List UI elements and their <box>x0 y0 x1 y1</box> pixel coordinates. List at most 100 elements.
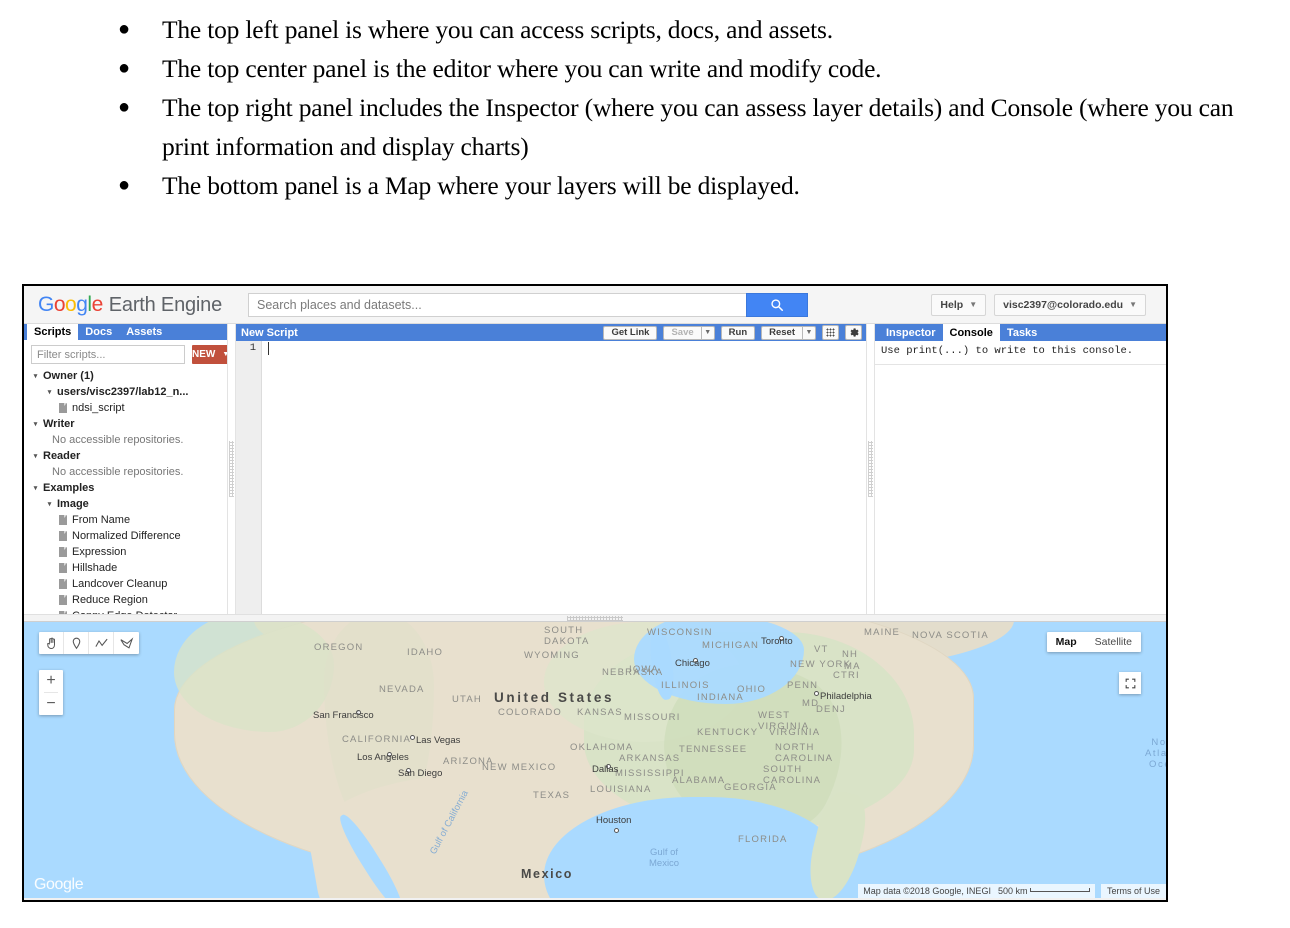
tree-item-label: No accessible repositories. <box>52 466 184 479</box>
chevron-down-icon[interactable]: ▾ <box>31 452 40 460</box>
instruction-text: The top center panel is the editor where… <box>162 54 882 83</box>
tree-item-group[interactable]: ▾ Image <box>31 496 227 512</box>
tree-item-group[interactable]: ▾ Owner (1) <box>31 368 227 384</box>
left-panel-tabbar: Scripts Docs Assets <box>24 324 227 341</box>
tree-item-label: Examples <box>43 482 95 495</box>
map-zoom-controls: + − <box>39 670 63 715</box>
horizontal-splitter[interactable] <box>24 614 1166 622</box>
bullet-icon: ● <box>118 174 130 196</box>
instruction-text: The bottom panel is a Map where your lay… <box>162 171 800 200</box>
google-watermark: Google <box>34 876 84 893</box>
tree-item-label: Writer <box>43 418 75 431</box>
map-city-dot <box>779 636 784 641</box>
search-input[interactable] <box>248 292 747 317</box>
tab-inspector[interactable]: Inspector <box>879 324 943 341</box>
chevron-down-icon[interactable]: ▾ <box>31 484 40 492</box>
settings-button[interactable] <box>845 325 862 340</box>
tree-item-group[interactable]: ▾ users/visc2397/lab12_n... <box>31 384 227 400</box>
header-actions: Help ▼ visc2397@colorado.edu ▼ <box>931 293 1158 316</box>
editor-buttons: Get Link Save ▼ Run Reset ▼ <box>603 325 862 340</box>
right-splitter[interactable] <box>866 324 875 614</box>
tree-item-label: Hillshade <box>72 562 118 575</box>
pan-hand-tool-button[interactable] <box>39 632 64 654</box>
tree-item-script[interactable]: Canny Edge Detector <box>31 608 227 614</box>
help-button[interactable]: Help ▼ <box>931 293 987 316</box>
tab-tasks[interactable]: Tasks <box>1000 324 1044 341</box>
text-cursor <box>268 342 269 355</box>
polygon-icon <box>120 636 134 649</box>
tree-item-script[interactable]: Reduce Region <box>31 592 227 608</box>
code-input-area[interactable] <box>262 341 866 614</box>
right-panel-tabbar: Inspector Console Tasks <box>875 324 1166 341</box>
tree-item-label: ndsi_script <box>72 402 125 415</box>
tree-item-script[interactable]: From Name <box>31 512 227 528</box>
tree-item-group[interactable]: ▾ Writer <box>31 416 227 432</box>
scale-indicator: 500 km <box>998 886 1090 896</box>
tab-assets[interactable]: Assets <box>119 324 169 340</box>
search-button[interactable] <box>746 292 809 317</box>
zoom-in-button[interactable]: + <box>39 670 63 692</box>
console-message: Use print(...) to write to this console. <box>875 341 1166 365</box>
account-button[interactable]: visc2397@colorado.edu ▼ <box>994 293 1146 316</box>
chevron-down-icon[interactable]: ▾ <box>31 372 40 380</box>
get-link-button[interactable]: Get Link <box>603 325 658 340</box>
map-city-dot <box>387 752 392 757</box>
upper-panels: Scripts Docs Assets NEW ▼ ▾Owner (1)▾use… <box>24 324 1166 614</box>
chevron-down-icon[interactable]: ▾ <box>45 388 54 396</box>
tab-scripts[interactable]: Scripts <box>27 324 79 341</box>
polygon-tool-button[interactable] <box>114 632 139 654</box>
document-icon <box>59 531 67 542</box>
map-type-satellite-button[interactable]: Satellite <box>1086 632 1141 652</box>
chevron-down-icon[interactable]: ▾ <box>45 500 54 508</box>
app-logo: Google Earth Engine <box>38 293 222 317</box>
save-dropdown-icon[interactable]: ▼ <box>701 325 715 340</box>
splitter-grip <box>229 441 234 497</box>
filter-scripts-input[interactable] <box>31 345 185 365</box>
terms-of-use-link[interactable]: Terms of Use <box>1100 883 1166 898</box>
editor-body: 1 <box>236 341 866 614</box>
tree-item-script[interactable]: Expression <box>31 544 227 560</box>
run-button[interactable]: Run <box>720 325 756 340</box>
tab-docs[interactable]: Docs <box>78 324 119 340</box>
save-button[interactable]: Save <box>663 325 702 340</box>
script-title: New Script <box>241 326 298 339</box>
reset-button[interactable]: Reset <box>761 325 803 340</box>
reset-dropdown-icon[interactable]: ▼ <box>803 325 816 340</box>
save-button-group: Save ▼ <box>663 325 715 340</box>
pacific-ocean-area <box>24 622 189 898</box>
instruction-item: ● The top right panel includes the Inspe… <box>118 88 1274 166</box>
tree-item-script[interactable]: Landcover Cleanup <box>31 576 227 592</box>
tree-item-label: Owner (1) <box>43 370 94 383</box>
tree-item-group[interactable]: ▾ Reader <box>31 448 227 464</box>
polyline-icon <box>94 638 108 647</box>
chevron-down-icon[interactable]: ▾ <box>31 420 40 428</box>
tab-console[interactable]: Console <box>942 324 1000 341</box>
tree-item-script[interactable]: ndsi_script <box>31 400 227 416</box>
map-city-dot <box>814 691 819 696</box>
tree-item-label: Reader <box>43 450 81 463</box>
fullscreen-button[interactable] <box>1119 672 1141 694</box>
bullet-icon: ● <box>118 18 130 40</box>
map-panel[interactable]: OREGON IDAHO WYOMING SOUTH DAKOTA WISCONSIN MI… <box>24 622 1166 898</box>
marker-tool-button[interactable] <box>64 632 89 654</box>
left-splitter[interactable] <box>227 324 236 614</box>
tree-item-group[interactable]: ▾ Examples <box>31 480 227 496</box>
document-icon <box>59 595 67 606</box>
apps-grid-button[interactable] <box>822 325 839 340</box>
tree-item-script[interactable]: Hillshade <box>31 560 227 576</box>
document-icon <box>59 563 67 574</box>
splitter-grip <box>868 441 873 497</box>
map-city-dot <box>356 710 361 715</box>
tree-item-label: Landcover Cleanup <box>72 578 168 591</box>
scale-label: 500 km <box>997 885 1028 896</box>
tree-item-script[interactable]: Normalized Difference <box>31 528 227 544</box>
new-script-button[interactable]: NEW ▼ <box>192 345 227 365</box>
instruction-item: ● The top left panel is where you can ac… <box>118 10 1274 49</box>
zoom-out-button[interactable]: − <box>39 693 63 715</box>
line-tool-button[interactable] <box>89 632 114 654</box>
splitter-grip <box>567 615 623 621</box>
instruction-item: ● The bottom panel is a Map where your l… <box>118 166 1274 205</box>
chevron-down-icon: ▼ <box>969 300 978 309</box>
map-type-map-button[interactable]: Map <box>1047 632 1086 652</box>
map-city-dot <box>693 658 698 663</box>
